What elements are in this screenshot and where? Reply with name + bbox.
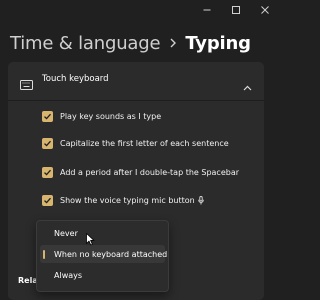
microphone-icon bbox=[197, 195, 204, 205]
dropdown-option-label: When no keyboard attached bbox=[54, 249, 168, 259]
close-button[interactable] bbox=[250, 0, 279, 16]
option-play-key-sounds[interactable]: Play key sounds as I type bbox=[42, 108, 161, 124]
option-label: Capitalize the first letter of each sent… bbox=[60, 138, 229, 148]
option-label: Add a period after I double-tap the Spac… bbox=[60, 167, 240, 177]
checkbox-checked[interactable] bbox=[42, 166, 53, 178]
dropdown-option-when-no-keyboard-attached[interactable]: When no keyboard attached bbox=[40, 245, 168, 263]
checkbox-checked[interactable] bbox=[42, 110, 53, 122]
close-icon bbox=[260, 0, 269, 18]
page-title: Typing bbox=[185, 32, 251, 54]
breadcrumb-parent[interactable]: Time & language bbox=[10, 33, 161, 54]
option-label: Play key sounds as I type bbox=[60, 111, 162, 121]
maximize-button[interactable] bbox=[221, 0, 250, 16]
minimize-icon bbox=[203, 0, 211, 18]
option-show-voice-typing-mic[interactable]: Show the voice typing mic button bbox=[42, 192, 204, 208]
maximize-icon bbox=[231, 0, 240, 18]
minimize-button[interactable] bbox=[192, 0, 221, 16]
mouse-pointer-icon bbox=[86, 231, 95, 250]
mic-button-dropdown-menu: Never When no keyboard attached Always bbox=[36, 220, 169, 292]
breadcrumb: Time & language Typing bbox=[10, 30, 251, 56]
checkbox-checked[interactable] bbox=[42, 137, 53, 149]
option-add-period-double-tap[interactable]: Add a period after I double-tap the Spac… bbox=[42, 164, 239, 180]
settings-window: Time & language Typing Touch keyboard Pl… bbox=[0, 0, 279, 300]
option-label: Show the voice typing mic button bbox=[60, 195, 195, 205]
dropdown-option-label: Never bbox=[54, 228, 78, 238]
touch-keyboard-header[interactable]: Touch keyboard bbox=[8, 62, 264, 101]
panel-title: Touch keyboard bbox=[42, 74, 109, 84]
checkbox-checked[interactable] bbox=[42, 194, 53, 206]
dropdown-option-label: Always bbox=[54, 270, 83, 280]
dropdown-option-never[interactable]: Never bbox=[40, 224, 165, 242]
dropdown-option-always[interactable]: Always bbox=[40, 266, 165, 284]
selected-indicator bbox=[43, 250, 45, 259]
chevron-right-icon bbox=[170, 38, 177, 48]
chevron-up-icon[interactable] bbox=[243, 76, 252, 95]
keyboard-icon bbox=[20, 75, 33, 94]
window-controls bbox=[192, 0, 279, 16]
option-capitalize-first-letter[interactable]: Capitalize the first letter of each sent… bbox=[42, 135, 229, 151]
